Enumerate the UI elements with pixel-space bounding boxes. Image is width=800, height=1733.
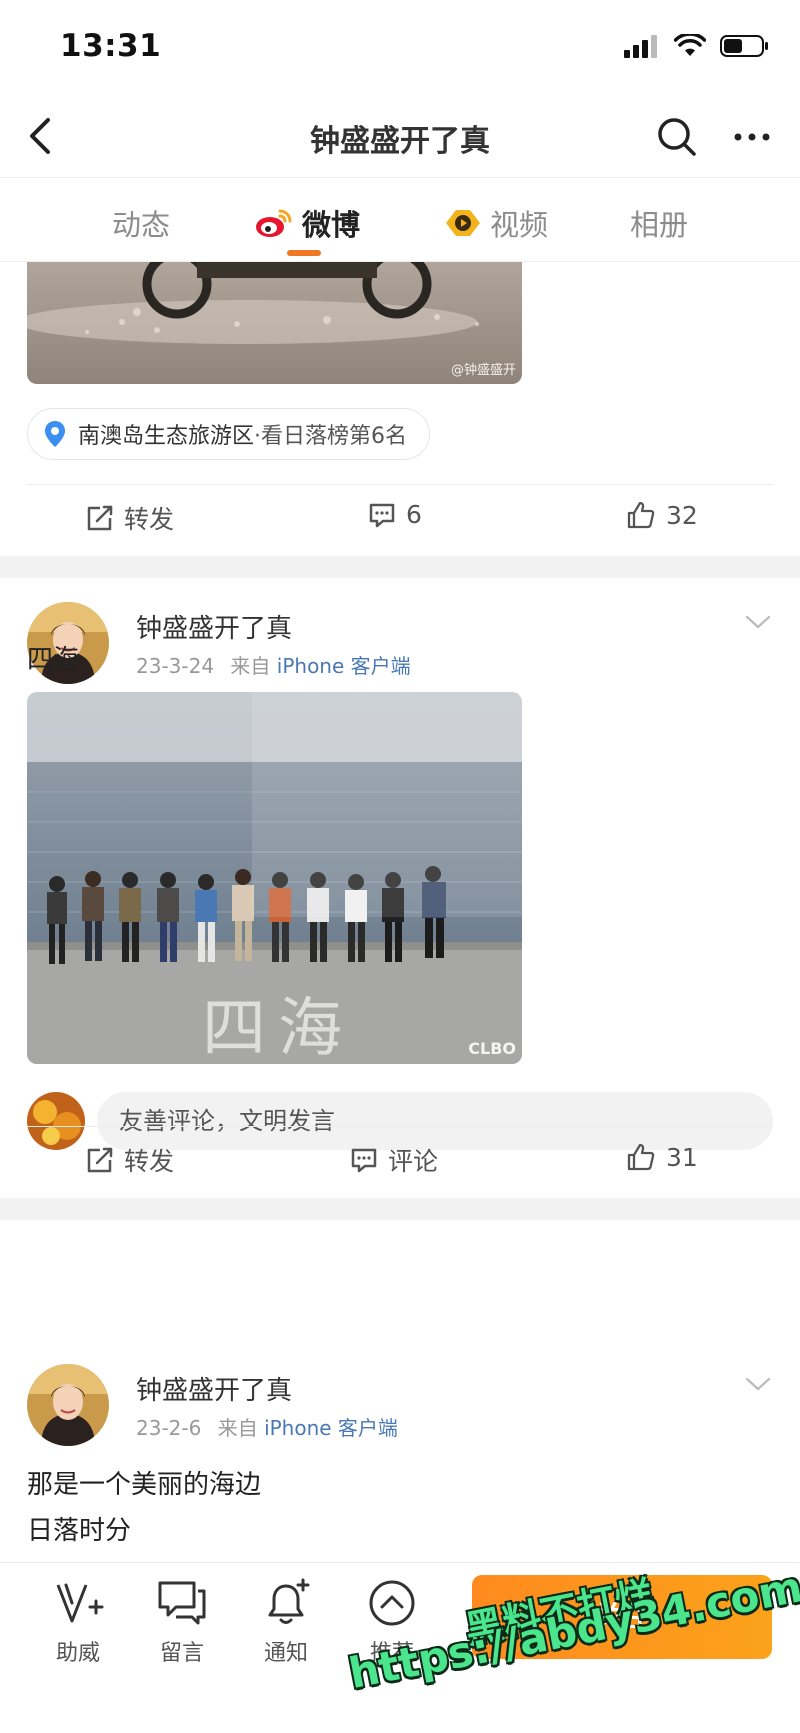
comment-count: 6: [406, 500, 422, 529]
weibo-logo-icon: [256, 209, 292, 237]
bottom-action-bar: 助威 留言 通知 推荐 关注: [0, 1562, 800, 1733]
post-actions: 转发 6 32: [0, 486, 800, 556]
post-header: 钟盛盛开了真 23-3-24 来自 iPhone 客户端: [27, 602, 773, 686]
cellular-signal-icon: [624, 35, 657, 58]
chevron-down-icon[interactable]: [743, 612, 773, 632]
location-name: 南澳岛生态旅游区: [78, 424, 255, 449]
bell-icon: [268, 1578, 310, 1624]
status-time: 13:31: [60, 28, 162, 64]
like-button[interactable]: 32: [626, 500, 698, 530]
divider: [27, 1126, 773, 1127]
divider: [27, 484, 773, 485]
comment-icon: [351, 1148, 377, 1173]
more-options-icon[interactable]: [728, 114, 776, 160]
comment-button[interactable]: 6: [368, 500, 422, 529]
nav-bar: 钟盛盛开了真: [0, 96, 800, 178]
avatar[interactable]: [27, 1364, 109, 1446]
profile-tab-bar: 动态 微博 视频 相册: [0, 178, 800, 262]
search-icon[interactable]: [654, 114, 700, 160]
tab-label: 视频: [490, 208, 549, 242]
post-header: 钟盛盛开了真 23-2-6 来自 iPhone 客户端: [27, 1364, 773, 1448]
active-tab-indicator: [287, 250, 321, 256]
repost-icon: [87, 1147, 113, 1173]
post-text-line: 那是一个美丽的海边: [27, 1470, 262, 1500]
location-rank: ·看日落榜第6名: [254, 424, 408, 449]
tab-label: 相册: [630, 208, 689, 242]
post-date: 23-3-24: [136, 654, 215, 678]
post-text: 四海: [27, 637, 79, 683]
recommend-icon: [369, 1580, 415, 1626]
cheer-button[interactable]: 助威: [38, 1577, 118, 1667]
post-via-prefix: 来自: [230, 654, 271, 678]
like-count: 31: [666, 1142, 698, 1172]
tab-label: 微博: [302, 208, 361, 242]
photo-logo: CLBO: [468, 1039, 516, 1058]
post-text: 那是一个美丽的海边 日落时分: [27, 1462, 261, 1554]
post-source[interactable]: iPhone 客户端: [264, 1416, 398, 1440]
weibo-feed[interactable]: @钟盛盛开 南澳岛生态旅游区 ·看日落榜第6名 转发 6 32 钟盛盛开了真 2…: [0, 262, 800, 1562]
follow-button[interactable]: 关注: [472, 1575, 772, 1659]
post-author-name[interactable]: 钟盛盛开了真: [136, 608, 292, 645]
battery-icon: [720, 35, 768, 57]
comment-button[interactable]: 评论: [350, 1142, 438, 1178]
post-via-prefix: 来自: [217, 1416, 258, 1440]
status-icons: [624, 34, 770, 58]
cheer-label: 助威: [55, 1641, 100, 1666]
recommend-button[interactable]: 推荐: [352, 1577, 432, 1667]
repost-button[interactable]: 转发: [86, 1142, 174, 1178]
cheer-icon: [56, 1583, 104, 1623]
wifi-icon: [674, 34, 706, 56]
message-label: 留言: [159, 1641, 204, 1666]
tab-weibo[interactable]: 微博: [254, 202, 360, 244]
post-text-line: 四海: [27, 645, 80, 675]
like-count: 32: [666, 500, 698, 530]
location-pin-icon: [45, 421, 65, 447]
repost-button[interactable]: 转发: [86, 500, 174, 536]
comment-icon: [369, 503, 395, 527]
repost-label: 转发: [124, 505, 175, 534]
photo-watermark: @钟盛盛开: [450, 363, 516, 378]
post-photo-group[interactable]: 四海 CLBO: [27, 692, 522, 1064]
post-text-line: 日落时分: [27, 1516, 132, 1546]
like-button[interactable]: 31: [626, 1142, 698, 1172]
tab-video[interactable]: 视频: [444, 202, 548, 244]
repost-label: 转发: [124, 1147, 175, 1176]
thumbs-up-icon: [627, 501, 655, 529]
tab-album[interactable]: 相册: [630, 202, 688, 244]
thumbs-up-icon: [627, 1143, 655, 1171]
post-meta: 23-3-24 来自 iPhone 客户端: [136, 650, 411, 679]
video-icon: [446, 210, 480, 236]
repost-icon: [87, 505, 113, 531]
post-actions: 转发 评论 31: [0, 1128, 800, 1198]
post-date: 23-2-6: [136, 1416, 202, 1440]
comment-label: 评论: [388, 1147, 439, 1176]
post-meta: 23-2-6 来自 iPhone 客户端: [136, 1412, 398, 1441]
photo-caption: 四海: [202, 992, 354, 1064]
post-author-name[interactable]: 钟盛盛开了真: [136, 1370, 292, 1407]
post-source[interactable]: iPhone 客户端: [277, 654, 411, 678]
post-photo-motorcycle[interactable]: @钟盛盛开: [27, 262, 522, 384]
tab-dynamic[interactable]: 动态: [112, 202, 170, 244]
chevron-down-icon[interactable]: [743, 1374, 773, 1394]
back-arrow-icon[interactable]: [18, 112, 66, 160]
recommend-label: 推荐: [369, 1641, 414, 1666]
post-separator: [0, 556, 800, 578]
post-separator: [0, 1198, 800, 1220]
status-bar: 13:31: [0, 0, 800, 96]
motorcycle-photo-image: [27, 262, 522, 384]
avatar-image: [27, 1364, 109, 1446]
location-chip[interactable]: 南澳岛生态旅游区 ·看日落榜第6名: [27, 408, 431, 460]
notify-button[interactable]: 通知: [246, 1577, 326, 1667]
message-button[interactable]: 留言: [142, 1577, 222, 1667]
tab-label: 动态: [112, 208, 171, 242]
message-icon: [158, 1581, 206, 1625]
notify-label: 通知: [263, 1641, 308, 1666]
